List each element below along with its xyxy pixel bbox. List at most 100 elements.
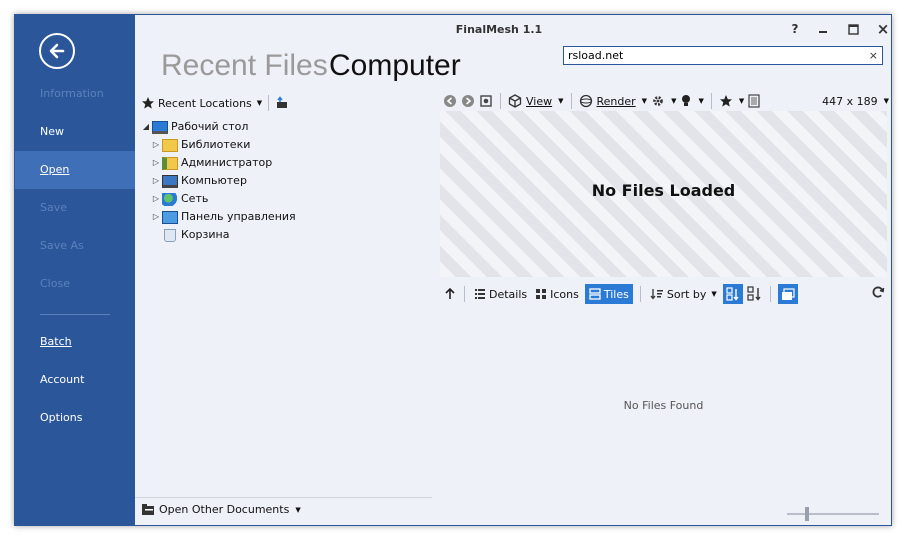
chevron-down-icon[interactable]: ▼ bbox=[739, 97, 744, 105]
toolbar-separator bbox=[639, 286, 641, 302]
tree-item-network[interactable]: ▷ Сеть bbox=[141, 190, 296, 208]
tree-item-desktop[interactable]: ◢ Рабочий стол bbox=[141, 118, 296, 136]
zoom-slider[interactable] bbox=[787, 507, 879, 521]
recent-locations-dropdown[interactable]: Recent Locations bbox=[158, 97, 252, 110]
toolbar-separator bbox=[769, 286, 771, 302]
chevron-down-icon: ▼ bbox=[256, 99, 263, 107]
nav-close: Close bbox=[40, 277, 70, 290]
light-bulb-icon[interactable] bbox=[680, 94, 692, 108]
folder-open-icon bbox=[142, 504, 154, 515]
left-toolbar: Recent Locations ▼ bbox=[141, 93, 289, 113]
chevron-down-icon: ▼ bbox=[641, 97, 648, 105]
preview-toolbar: View ▼ Render ▼ ▼ ▼ ▼ 447 x 189 ▼ bbox=[443, 91, 889, 111]
tab-computer[interactable]: Computer bbox=[329, 49, 461, 83]
star-icon bbox=[142, 97, 154, 109]
computer-icon bbox=[162, 174, 178, 188]
show-folders-button[interactable] bbox=[777, 284, 798, 304]
chevron-down-icon: ▼ bbox=[711, 290, 717, 298]
tree-collapsed-icon[interactable]: ▷ bbox=[151, 190, 161, 208]
nav-batch[interactable]: Batch bbox=[15, 323, 135, 361]
details-view-button[interactable]: Details bbox=[472, 284, 529, 304]
view-menu[interactable]: View bbox=[526, 95, 552, 108]
toolbar-separator bbox=[570, 93, 572, 109]
toolbar-separator bbox=[268, 95, 270, 111]
file-list-empty-message: No Files Found bbox=[623, 399, 704, 412]
libraries-icon bbox=[162, 138, 178, 152]
details-list-icon bbox=[475, 289, 485, 299]
film-strip-icon[interactable] bbox=[748, 94, 760, 108]
minimize-icon bbox=[819, 31, 827, 33]
refresh-button[interactable] bbox=[871, 285, 885, 302]
fit-view-icon[interactable] bbox=[479, 94, 493, 108]
nav-separator bbox=[40, 314, 110, 315]
open-other-documents-button[interactable]: Open Other Documents ▼ bbox=[141, 503, 301, 516]
maximize-icon bbox=[847, 23, 859, 35]
back-button[interactable] bbox=[39, 33, 75, 69]
tree-collapsed-icon[interactable]: ▷ bbox=[151, 136, 161, 154]
star-icon[interactable] bbox=[719, 94, 733, 108]
nav-save: Save bbox=[40, 201, 68, 214]
preview-area: No Files Loaded bbox=[440, 111, 887, 277]
desktop-icon bbox=[152, 120, 168, 134]
chevron-down-icon: ▼ bbox=[295, 505, 301, 514]
chevron-down-icon: ▼ bbox=[883, 97, 889, 105]
folder-up-icon[interactable] bbox=[275, 96, 289, 110]
tiles-view-button[interactable]: Tiles bbox=[584, 284, 633, 304]
help-button[interactable]: ? bbox=[783, 19, 807, 39]
tab-recent-files[interactable]: Recent Files bbox=[161, 49, 328, 83]
render-menu[interactable]: Render bbox=[597, 95, 636, 108]
chevron-down-icon[interactable]: ▼ bbox=[671, 97, 676, 105]
tree-collapsed-icon[interactable]: ▷ bbox=[151, 154, 161, 172]
network-icon bbox=[162, 192, 178, 206]
sort-ascending-button[interactable] bbox=[722, 284, 743, 304]
tree-collapsed-icon[interactable]: ▷ bbox=[151, 208, 161, 226]
toolbar-separator bbox=[710, 93, 712, 109]
maximize-button[interactable] bbox=[841, 19, 865, 39]
render-sphere-icon bbox=[579, 94, 592, 108]
chevron-down-icon[interactable]: ▼ bbox=[698, 97, 703, 105]
nav-information: Information bbox=[40, 87, 104, 100]
sort-by-dropdown[interactable]: Sort by ▼ bbox=[648, 284, 719, 304]
search-input[interactable]: rsload.net × bbox=[563, 46, 883, 65]
tree-item-control-panel[interactable]: ▷ Панель управления bbox=[141, 208, 296, 226]
tree-collapsed-icon[interactable]: ▷ bbox=[151, 172, 161, 190]
preview-message: No Files Loaded bbox=[591, 181, 736, 200]
nav-new[interactable]: New bbox=[15, 113, 135, 151]
nav-save-as: Save As bbox=[40, 239, 84, 252]
minimize-button[interactable] bbox=[811, 19, 835, 39]
sort-za-icon[interactable] bbox=[747, 286, 763, 302]
tree-expanded-icon[interactable]: ◢ bbox=[141, 118, 151, 136]
folder-tree: ◢ Рабочий стол ▷ Библиотеки ▷ Администра… bbox=[141, 118, 296, 244]
next-icon[interactable] bbox=[461, 94, 475, 108]
tree-item-administrator[interactable]: ▷ Администратор bbox=[141, 154, 296, 172]
zoom-slider-thumb[interactable] bbox=[805, 507, 809, 521]
chevron-down-icon: ▼ bbox=[558, 97, 564, 105]
search-clear-button[interactable]: × bbox=[869, 47, 878, 64]
gear-icon[interactable] bbox=[651, 94, 665, 108]
tree-item-libraries[interactable]: ▷ Библиотеки bbox=[141, 136, 296, 154]
title-bar: FinalMesh 1.1 ? × bbox=[135, 15, 891, 47]
tree-item-computer[interactable]: ▷ Компьютер bbox=[141, 172, 296, 190]
toolbar-separator bbox=[464, 286, 465, 302]
footer-divider bbox=[135, 497, 432, 498]
recycle-bin-icon bbox=[164, 228, 176, 242]
arrow-up-icon[interactable] bbox=[443, 287, 457, 301]
nav-account[interactable]: Account bbox=[15, 361, 135, 399]
close-button[interactable]: × bbox=[871, 19, 891, 39]
nav-options[interactable]: Options bbox=[15, 399, 135, 437]
backstage-sidebar: Information New Open Save Save As Close … bbox=[15, 15, 135, 525]
user-folder-icon bbox=[162, 156, 178, 170]
control-panel-icon bbox=[162, 210, 178, 224]
folders-icon bbox=[781, 287, 795, 300]
nav-open[interactable]: Open bbox=[15, 151, 135, 189]
tree-item-recycle-bin[interactable]: Корзина bbox=[141, 226, 296, 244]
window-title: FinalMesh 1.1 bbox=[455, 23, 543, 36]
cube-icon bbox=[508, 94, 522, 108]
list-toolbar: Details Icons Tiles Sort by ▼ bbox=[443, 283, 889, 305]
previous-icon[interactable] bbox=[443, 94, 457, 108]
icons-view-button[interactable]: Icons bbox=[533, 284, 581, 304]
sort-az-icon bbox=[726, 287, 739, 301]
refresh-icon bbox=[872, 286, 885, 298]
preview-size-menu[interactable]: 447 x 189 bbox=[822, 95, 878, 108]
sort-icon bbox=[650, 289, 663, 300]
